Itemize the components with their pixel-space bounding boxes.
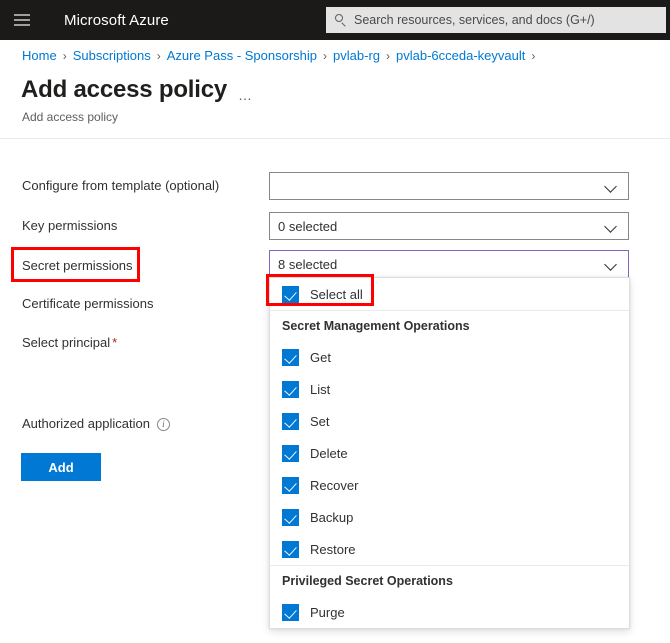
option-label: Select all [310,286,363,302]
option-label: Backup [310,509,354,525]
info-icon[interactable]: i [156,418,170,431]
option-recover[interactable]: Recover [270,469,629,501]
header-divider [0,138,670,139]
more-actions-icon[interactable]: … [238,87,253,103]
chevron-down-icon [605,180,617,192]
option-label: Restore [310,541,356,557]
checkbox-checked-icon[interactable] [282,540,299,558]
checkbox-checked-icon[interactable] [282,285,299,303]
key-permissions-dropdown[interactable]: 0 selected [269,212,629,240]
authorized-application-text: Authorized application [22,416,150,431]
add-button[interactable]: Add [21,453,101,481]
option-backup[interactable]: Backup [270,501,629,533]
option-label: Set [310,413,330,429]
label-authorized-application: Authorized application i [22,416,170,431]
checkbox-checked-icon[interactable] [282,412,299,430]
breadcrumb-separator-icon: › [323,48,328,63]
breadcrumb-separator-icon: › [62,48,67,63]
breadcrumb-item-azure-pass-sponsorship[interactable]: Azure Pass - Sponsorship [167,48,317,63]
breadcrumb-separator-icon: › [156,48,161,63]
breadcrumb-item-home[interactable]: Home [22,48,57,63]
configure-from-template-dropdown[interactable] [269,172,629,200]
select-principal-text: Select principal [22,335,111,350]
chevron-down-icon [605,258,617,270]
required-asterisk: * [112,335,118,350]
checkbox-checked-icon[interactable] [282,603,299,621]
option-set[interactable]: Set [270,405,629,437]
checkbox-checked-icon[interactable] [282,476,299,494]
option-delete[interactable]: Delete [270,437,629,469]
breadcrumb-item-pvlab-rg[interactable]: pvlab-rg [333,48,380,63]
azure-brand-label[interactable]: Microsoft Azure [64,12,169,29]
search-icon [334,13,348,27]
hamburger-line [14,19,30,21]
hamburger-menu-icon[interactable] [0,0,44,40]
label-select-principal: Select principal * [22,335,117,350]
label-secret-permissions: Secret permissions [22,258,133,273]
option-get[interactable]: Get [270,341,629,373]
option-list[interactable]: List [270,373,629,405]
label-certificate-permissions: Certificate permissions [22,296,154,311]
global-search-input[interactable]: Search resources, services, and docs (G+… [326,7,666,33]
secret-permissions-value: 8 selected [278,256,338,272]
hamburger-line [14,24,30,26]
hamburger-line [14,14,30,16]
breadcrumb: Home › Subscriptions › Azure Pass - Spon… [22,48,541,63]
option-select-all[interactable]: Select all [270,278,629,310]
checkbox-checked-icon[interactable] [282,508,299,526]
option-label: Get [310,349,331,365]
global-header: Microsoft Azure Search resources, servic… [0,0,670,40]
checkbox-checked-icon[interactable] [282,348,299,366]
global-search-placeholder: Search resources, services, and docs (G+… [354,13,595,27]
option-purge[interactable]: Purge [270,596,629,628]
option-label: Recover [310,477,359,493]
option-restore[interactable]: Restore [270,533,629,565]
option-label: Purge [310,604,345,620]
secret-permissions-dropdown[interactable]: 8 selected [269,250,629,278]
label-key-permissions: Key permissions [22,218,118,233]
checkbox-checked-icon[interactable] [282,444,299,462]
key-permissions-value: 0 selected [278,218,338,234]
breadcrumb-separator-icon: › [386,48,390,63]
option-label: Delete [310,445,348,461]
chevron-down-icon [605,220,617,232]
breadcrumb-item-subscriptions[interactable]: Subscriptions [73,48,151,63]
group-header-privileged-secret-operations: Privileged Secret Operations [282,574,453,588]
page-subtitle: Add access policy [22,110,119,124]
breadcrumb-item-pvlab-keyvault[interactable]: pvlab-6cceda-keyvault [396,48,525,63]
breadcrumb-separator-icon: › [531,48,536,63]
group-header-secret-management-operations: Secret Management Operations [282,319,470,333]
page-title: Add access policy [21,76,228,103]
checkbox-checked-icon[interactable] [282,380,299,398]
option-label: List [310,381,331,397]
secret-permissions-options-panel: Select all Secret Management Operations … [269,277,630,629]
label-configure-from-template: Configure from template (optional) [22,178,220,193]
